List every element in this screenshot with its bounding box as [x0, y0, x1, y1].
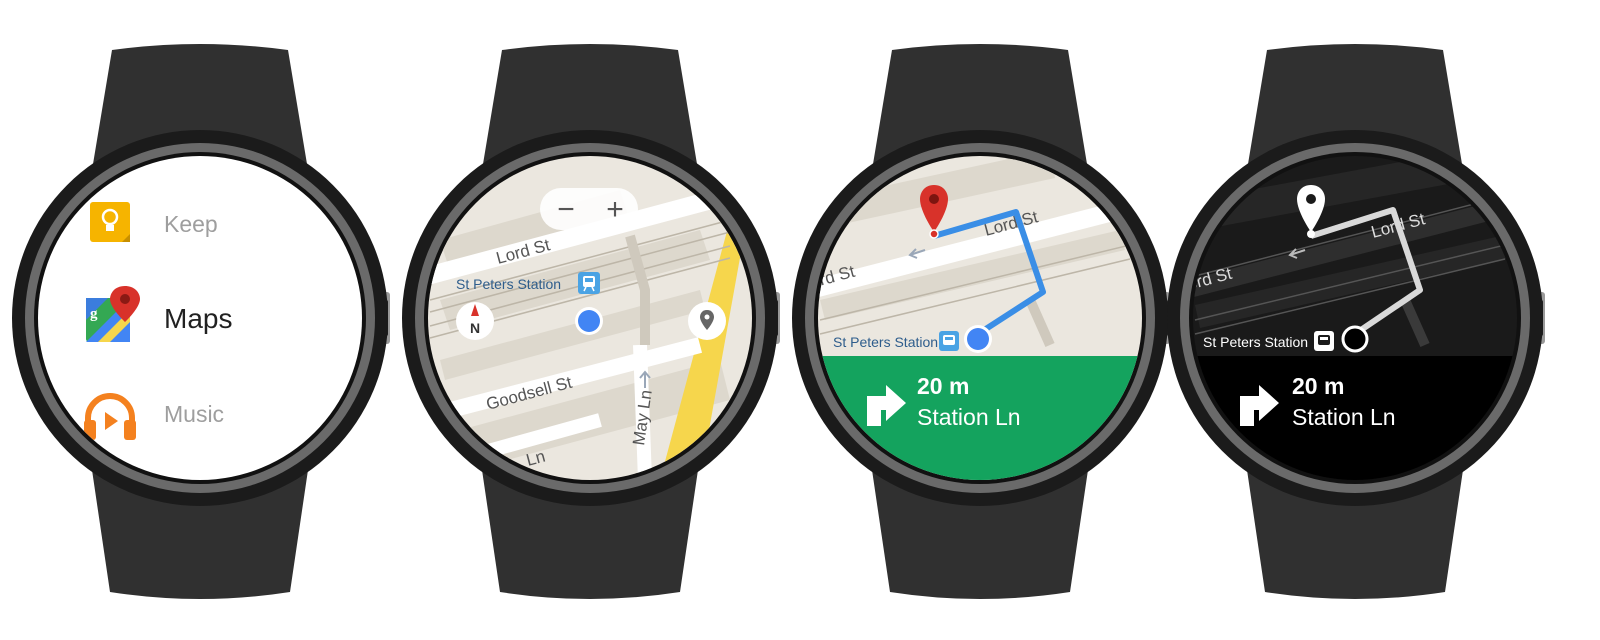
svg-text:N: N	[470, 320, 480, 336]
turn-instruction-panel[interactable]: 20 m Station Ln	[810, 356, 1150, 496]
launcher-item-label: Maps	[164, 303, 232, 334]
compass-button[interactable]: N	[456, 302, 494, 340]
watch-navigation-day: ord St Lord St St Peters Station 20 m St…	[792, 44, 1170, 599]
watch-launcher: Keep g Maps Music	[12, 44, 390, 599]
current-location-dot	[967, 328, 989, 350]
current-location-dot	[578, 310, 600, 332]
station-label: St Peters Station	[456, 276, 561, 292]
place-pin-button[interactable]	[688, 302, 726, 340]
train-station-icon[interactable]	[578, 272, 600, 294]
launcher-item-label: Music	[164, 401, 224, 427]
street-name-label: Station Ln	[1292, 404, 1396, 430]
station-label: St Peters Station	[833, 334, 938, 350]
station-label: St Peters Station	[1203, 334, 1308, 350]
distance-label: 20 m	[1292, 373, 1344, 399]
distance-label: 20 m	[917, 373, 969, 399]
train-station-icon	[939, 331, 959, 351]
zoom-out-button[interactable]: −	[557, 193, 575, 226]
launcher-item-label: Keep	[164, 211, 218, 237]
zoom-in-button[interactable]: +	[606, 193, 624, 226]
current-location-dot	[1341, 325, 1369, 353]
screenshot: Keep g Maps Music Lord St Goodsell St Ma…	[0, 0, 1600, 640]
svg-text:g: g	[90, 306, 98, 322]
watch-map: Lord St Goodsell St May Ln Ln St Peters …	[402, 44, 780, 599]
watch-navigation-night: ord St Lord St St Peters Station 20 m St…	[1167, 44, 1545, 599]
train-station-icon	[1314, 331, 1334, 351]
zoom-control: − +	[540, 188, 638, 230]
keep-icon	[90, 202, 130, 242]
turn-instruction-panel[interactable]: 20 m Station Ln	[1185, 356, 1525, 496]
street-name-label: Station Ln	[917, 404, 1021, 430]
